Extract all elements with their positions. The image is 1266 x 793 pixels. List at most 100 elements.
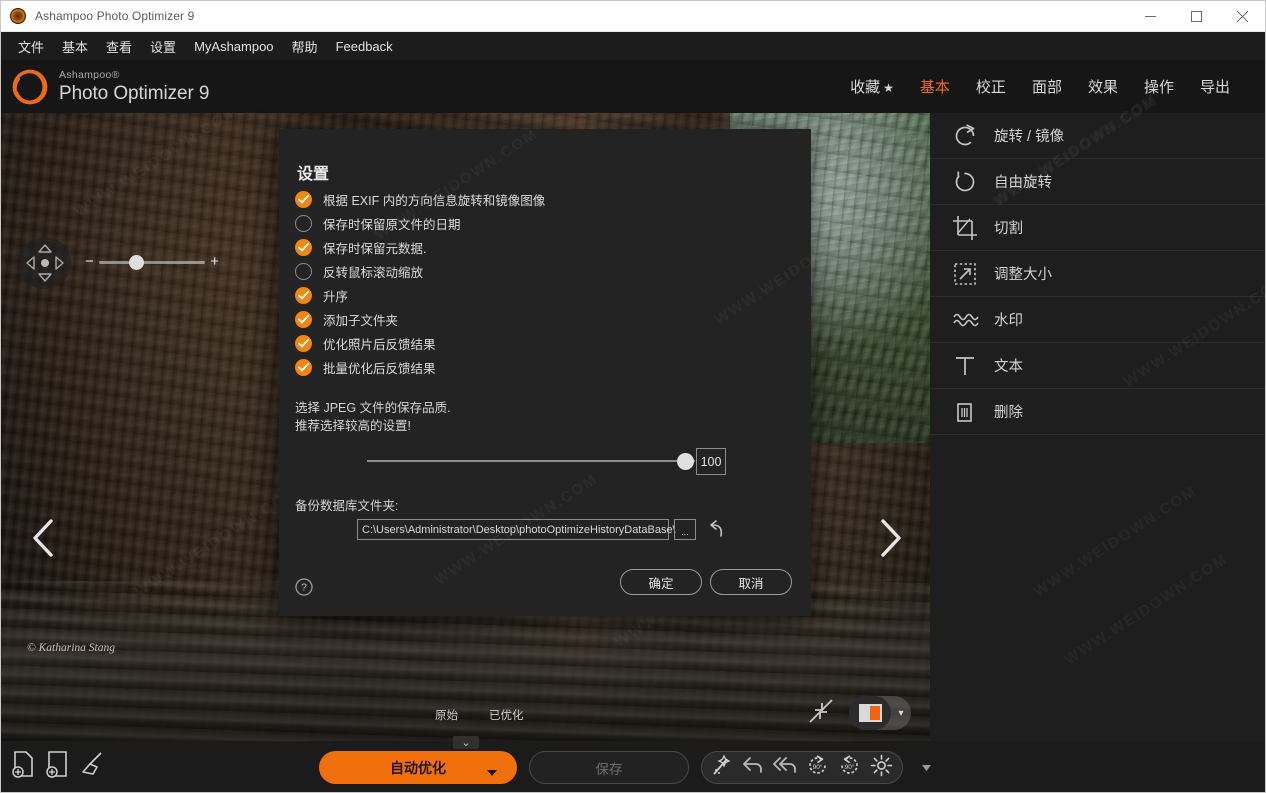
- menu-item-help[interactable]: 帮助: [283, 33, 327, 60]
- nav-basic[interactable]: 基本: [907, 70, 963, 103]
- chevron-left-icon[interactable]: [21, 515, 65, 561]
- nav-favorites[interactable]: 收藏 ★: [837, 70, 907, 103]
- view-mode-toggle[interactable]: ▾: [849, 696, 911, 730]
- zoom-slider[interactable]: − +: [85, 253, 219, 271]
- checkbox-checked-icon[interactable]: [295, 310, 312, 328]
- chevron-right-icon[interactable]: [869, 515, 913, 561]
- sidebar-label: 删除: [994, 405, 1023, 421]
- panel-collapse-toggle[interactable]: ⌄: [453, 736, 479, 749]
- sidebar-label: 调整大小: [994, 267, 1052, 283]
- svg-text:?: ?: [301, 583, 307, 594]
- sidebar-item-watermark[interactable]: 水印: [930, 297, 1265, 343]
- chevron-down-icon: ⌄: [461, 736, 471, 749]
- nav-effects[interactable]: 效果: [1075, 70, 1131, 103]
- nav-actions[interactable]: 操作: [1131, 70, 1187, 103]
- dialog-cancel-label: 取消: [738, 576, 764, 591]
- save-button[interactable]: 保存: [529, 751, 689, 784]
- backup-folder-label: 备份数据库文件夹:: [295, 499, 399, 513]
- text-icon: [952, 353, 986, 379]
- sidebar-item-delete[interactable]: 删除: [930, 389, 1265, 435]
- edit-tools-group: 90° 90°: [701, 751, 903, 784]
- browse-button[interactable]: ...: [674, 519, 696, 540]
- checkbox-row-feedback-single[interactable]: 优化照片后反馈结果: [295, 331, 795, 355]
- auto-optimize-button[interactable]: 自动优化: [319, 751, 517, 784]
- quality-value-field[interactable]: 100: [696, 448, 726, 475]
- brand-logo: Ashampoo® Photo Optimizer 9: [1, 68, 209, 106]
- view-mode-caret-icon[interactable]: ▾: [891, 708, 911, 719]
- menu-item-myashampoo[interactable]: MyAshampoo: [185, 35, 282, 58]
- compare-optimized-label[interactable]: 已优化: [489, 707, 524, 723]
- quality-slider-track[interactable]: [367, 460, 695, 462]
- gear-settings-icon[interactable]: [869, 753, 894, 783]
- help-question-icon[interactable]: ?: [295, 578, 313, 596]
- dialog-ok-label: 确定: [648, 576, 674, 591]
- watermark: WWW.WEIDOWN.COM: [1031, 482, 1200, 600]
- checkbox-row-feedback-batch[interactable]: 批量优化后反馈结果: [295, 355, 795, 379]
- menu-item-view[interactable]: 查看: [97, 33, 141, 60]
- checkbox-row-keep-date[interactable]: 保存时保留原文件的日期: [295, 211, 795, 235]
- checkbox-label: 保存时保留元数据.: [323, 241, 427, 256]
- magic-wand-icon[interactable]: [710, 753, 734, 782]
- sidebar-item-text[interactable]: 文本: [930, 343, 1265, 389]
- rotate-left-90-icon[interactable]: 90°: [805, 753, 830, 783]
- auto-optimize-caret-icon[interactable]: [487, 764, 497, 782]
- checkbox-row-exif-rotate[interactable]: 根据 EXIF 内的方向信息旋转和镜像图像: [295, 187, 795, 211]
- sidebar-item-crop[interactable]: 切割: [930, 205, 1265, 251]
- quality-slider-handle[interactable]: [677, 453, 694, 470]
- collapse-arrows-icon[interactable]: [807, 697, 835, 725]
- minimize-button[interactable]: [1127, 1, 1173, 32]
- nav-face[interactable]: 面部: [1019, 70, 1075, 103]
- checkbox-label: 根据 EXIF 内的方向信息旋转和镜像图像: [323, 193, 546, 208]
- dialog-cancel-button[interactable]: 取消: [710, 569, 792, 595]
- checkbox-row-invert-scroll[interactable]: 反转鼠标滚动缩放: [295, 259, 795, 283]
- zoom-in-icon[interactable]: +: [210, 254, 219, 269]
- brand-bar: Ashampoo® Photo Optimizer 9 收藏 ★ 基本 校正 面部…: [1, 60, 1265, 113]
- jpeg-quality-slider[interactable]: [367, 453, 695, 470]
- zoom-slider-handle[interactable]: [129, 255, 144, 270]
- compare-original-label[interactable]: 原始: [435, 707, 458, 723]
- maximize-button[interactable]: [1173, 1, 1219, 32]
- checkbox-checked-icon[interactable]: [295, 334, 312, 352]
- rotate-mirror-icon: [952, 123, 986, 149]
- zoom-out-icon[interactable]: −: [85, 254, 94, 269]
- app-aperture-icon: [10, 8, 26, 24]
- zoom-slider-track[interactable]: [99, 261, 205, 264]
- menu-bar: 文件 基本 查看 设置 MyAshampoo 帮助 Feedback: [1, 32, 1265, 60]
- menu-item-settings[interactable]: 设置: [141, 33, 185, 60]
- sidebar-item-free-rotate[interactable]: 自由旋转: [930, 159, 1265, 205]
- add-file-icon[interactable]: [11, 750, 37, 783]
- checkbox-row-ascending[interactable]: 升序: [295, 283, 795, 307]
- broom-clear-icon[interactable]: [79, 750, 105, 783]
- reset-undo-icon[interactable]: [705, 519, 725, 540]
- checkbox-unchecked-icon[interactable]: [295, 214, 312, 232]
- star-icon: ★: [883, 81, 894, 95]
- resize-icon: [952, 261, 986, 287]
- checkbox-unchecked-icon[interactable]: [295, 262, 312, 280]
- svg-text:90°: 90°: [845, 763, 855, 771]
- menu-item-basic[interactable]: 基本: [53, 33, 97, 60]
- menu-item-feedback[interactable]: Feedback: [327, 35, 402, 58]
- jpeg-quality-note: 选择 JPEG 文件的保存品质. 推荐选择较高的设置!: [295, 399, 451, 435]
- checkbox-row-keep-metadata[interactable]: 保存时保留元数据.: [295, 235, 795, 259]
- settings-checkbox-list: 根据 EXIF 内的方向信息旋转和镜像图像 保存时保留原文件的日期 保存时保留元…: [295, 187, 795, 379]
- pan-move-icon[interactable]: [19, 237, 71, 289]
- sidebar-item-rotate-mirror[interactable]: 旋转 / 镜像: [930, 113, 1265, 159]
- checkbox-checked-icon[interactable]: [295, 358, 312, 376]
- rotate-right-90-icon[interactable]: 90°: [837, 753, 862, 783]
- checkbox-checked-icon[interactable]: [295, 190, 312, 208]
- dialog-ok-button[interactable]: 确定: [620, 569, 702, 595]
- checkbox-checked-icon[interactable]: [295, 238, 312, 256]
- close-button[interactable]: [1219, 1, 1265, 32]
- tools-caret-icon[interactable]: [915, 751, 937, 784]
- checkbox-row-add-subfolder[interactable]: 添加子文件夹: [295, 307, 795, 331]
- nav-correct[interactable]: 校正: [963, 70, 1019, 103]
- undo-icon[interactable]: [741, 754, 765, 781]
- menu-item-file[interactable]: 文件: [9, 33, 53, 60]
- sidebar-item-resize[interactable]: 调整大小: [930, 251, 1265, 297]
- split-view-icon[interactable]: [849, 696, 891, 730]
- undo-all-icon[interactable]: [772, 754, 798, 781]
- add-folder-icon[interactable]: [45, 750, 71, 783]
- checkbox-checked-icon[interactable]: [295, 286, 312, 304]
- nav-export[interactable]: 导出: [1187, 70, 1243, 103]
- backup-path-input[interactable]: C:\Users\Administrator\Desktop\photoOpti…: [357, 519, 676, 540]
